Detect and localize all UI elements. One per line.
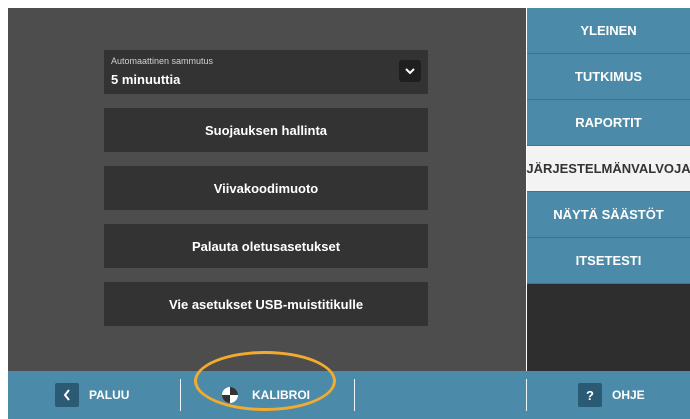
help-button[interactable]: ? OHJE bbox=[578, 383, 645, 407]
back-label: PALUU bbox=[89, 388, 130, 402]
barcode-format-button[interactable]: Viivakoodimuoto bbox=[104, 166, 428, 210]
chevron-down-icon[interactable] bbox=[399, 60, 421, 82]
divider bbox=[354, 379, 355, 411]
security-management-button[interactable]: Suojauksen hallinta bbox=[104, 108, 428, 152]
restore-defaults-button[interactable]: Palauta oletusasetukset bbox=[104, 224, 428, 268]
export-usb-button[interactable]: Vie asetukset USB-muistitikulle bbox=[104, 282, 428, 326]
divider bbox=[180, 379, 181, 411]
bottom-bar: PALUU KALIBROI ? OHJE bbox=[8, 371, 690, 419]
calibration-target-icon bbox=[218, 383, 242, 407]
sidebar-item-self-test[interactable]: ITSETESTI bbox=[527, 238, 690, 284]
sidebar: YLEINEN TUTKIMUS RAPORTIT JÄRJESTELMÄNVA… bbox=[526, 8, 690, 371]
chevron-left-icon bbox=[55, 383, 79, 407]
auto-shutdown-value: 5 minuuttia bbox=[111, 72, 181, 87]
divider bbox=[526, 379, 527, 411]
sidebar-item-study[interactable]: TUTKIMUS bbox=[527, 54, 690, 100]
calibrate-label: KALIBROI bbox=[252, 388, 310, 402]
sidebar-item-administrator[interactable]: JÄRJESTELMÄNVALVOJA bbox=[526, 146, 690, 192]
calibrate-button[interactable]: KALIBROI bbox=[218, 383, 310, 407]
back-button[interactable]: PALUU bbox=[55, 383, 129, 407]
help-label: OHJE bbox=[612, 388, 645, 402]
question-icon: ? bbox=[578, 383, 602, 407]
auto-shutdown-label: Automaattinen sammutus bbox=[111, 56, 214, 66]
sidebar-item-reports[interactable]: RAPORTIT bbox=[527, 100, 690, 146]
sidebar-item-show-savings[interactable]: NÄYTÄ SÄÄSTÖT bbox=[527, 192, 690, 238]
auto-shutdown-dropdown[interactable]: Automaattinen sammutus 5 minuuttia bbox=[104, 50, 428, 94]
sidebar-item-general[interactable]: YLEINEN bbox=[527, 8, 690, 54]
